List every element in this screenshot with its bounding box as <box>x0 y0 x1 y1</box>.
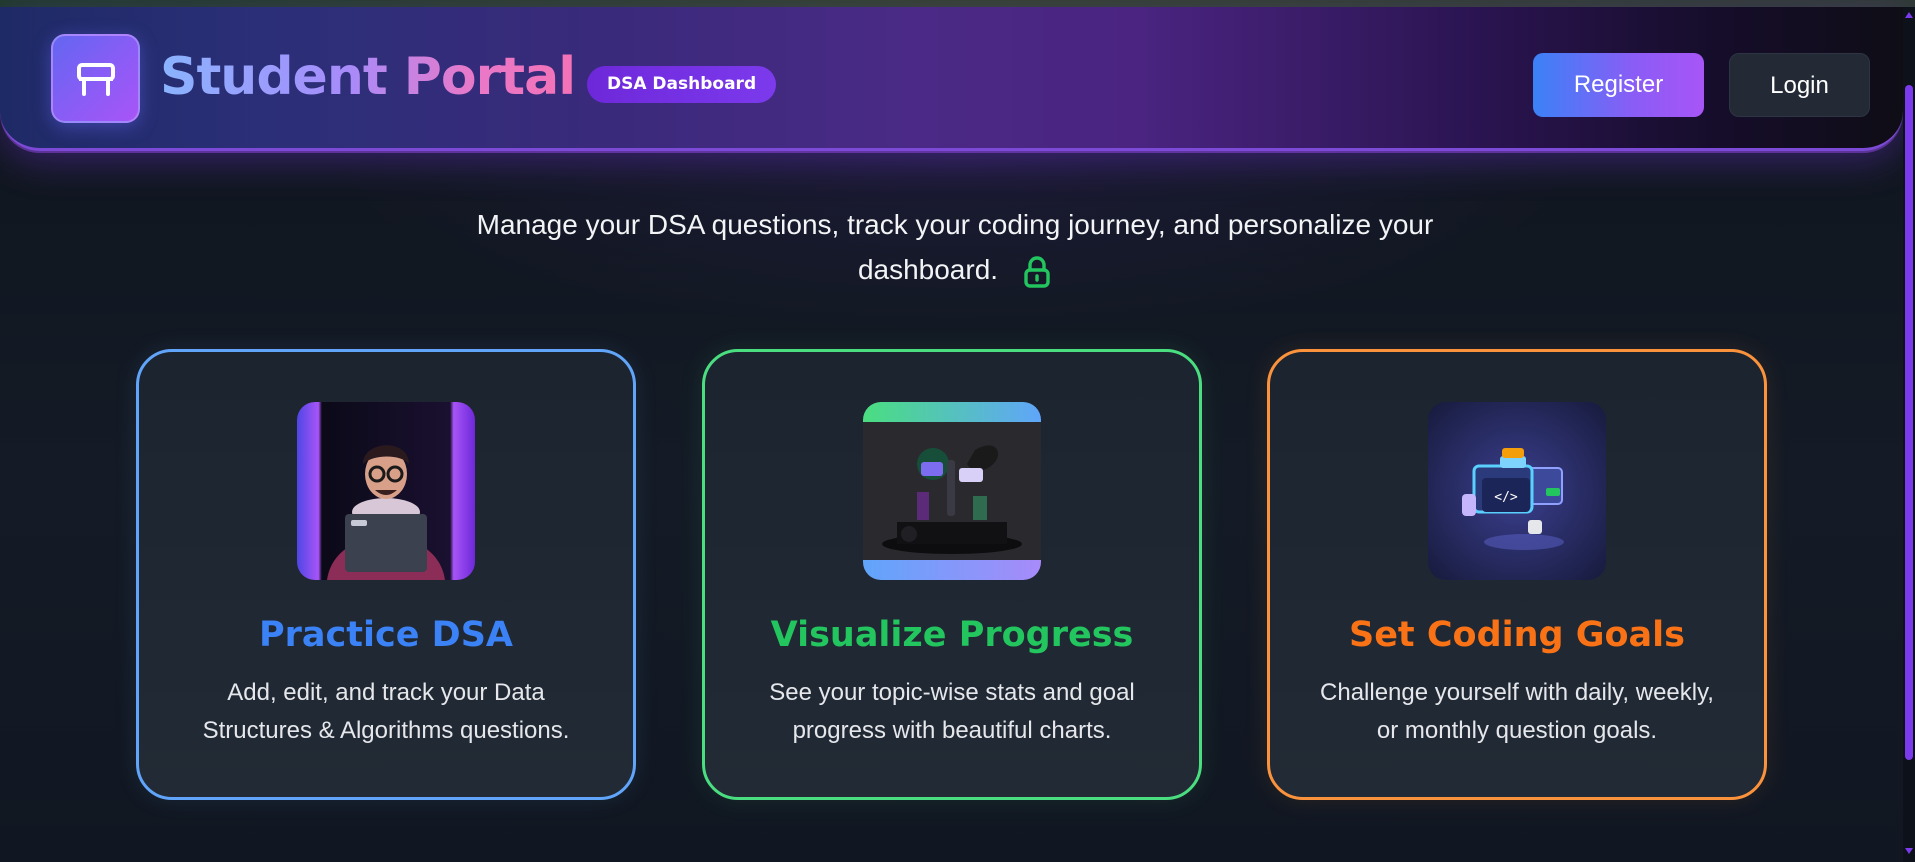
dashboard-badge: DSA Dashboard <box>587 66 777 103</box>
lock-icon <box>1022 255 1052 302</box>
scrollbar-thumb[interactable] <box>1905 85 1913 760</box>
developer-illustration <box>297 402 475 580</box>
card-description: Add, edit, and track your Data Structure… <box>202 679 570 744</box>
scroll-up-icon[interactable] <box>1905 12 1913 18</box>
card-title: Practice DSA <box>258 615 514 655</box>
card-description: See your topic-wise stats and goal progr… <box>769 679 1135 744</box>
code-screens-illustration: </> <box>1428 402 1606 580</box>
svg-text:</>: </> <box>1494 490 1518 505</box>
feature-card-set-coding-goals[interactable]: </> Set Coding Goals Challenge yourself … <box>1267 349 1767 800</box>
card-title: Visualize Progress <box>770 615 1134 655</box>
register-button[interactable]: Register <box>1533 53 1704 117</box>
scroll-down-icon[interactable] <box>1905 848 1913 854</box>
intro-text: Manage your DSA questions, track your co… <box>476 209 1434 285</box>
app-logo[interactable] <box>51 34 140 123</box>
header-bar: Student Portal DSA Dashboard Register Lo… <box>0 7 1903 151</box>
desk-icon <box>76 62 115 96</box>
intro-text-block: Manage your DSA questions, track your co… <box>440 202 1470 302</box>
progress-illustration <box>863 402 1041 580</box>
feature-card-practice-dsa[interactable]: Practice DSA Add, edit, and track your D… <box>136 349 636 800</box>
browser-top-strip <box>0 0 1915 7</box>
app-title[interactable]: Student Portal <box>160 45 576 109</box>
feature-card-visualize-progress[interactable]: Visualize Progress See your topic-wise s… <box>702 349 1202 800</box>
card-title: Set Coding Goals <box>1348 615 1686 655</box>
login-button[interactable]: Login <box>1729 53 1870 117</box>
card-description: Challenge yourself with daily, weekly, o… <box>1320 679 1714 744</box>
